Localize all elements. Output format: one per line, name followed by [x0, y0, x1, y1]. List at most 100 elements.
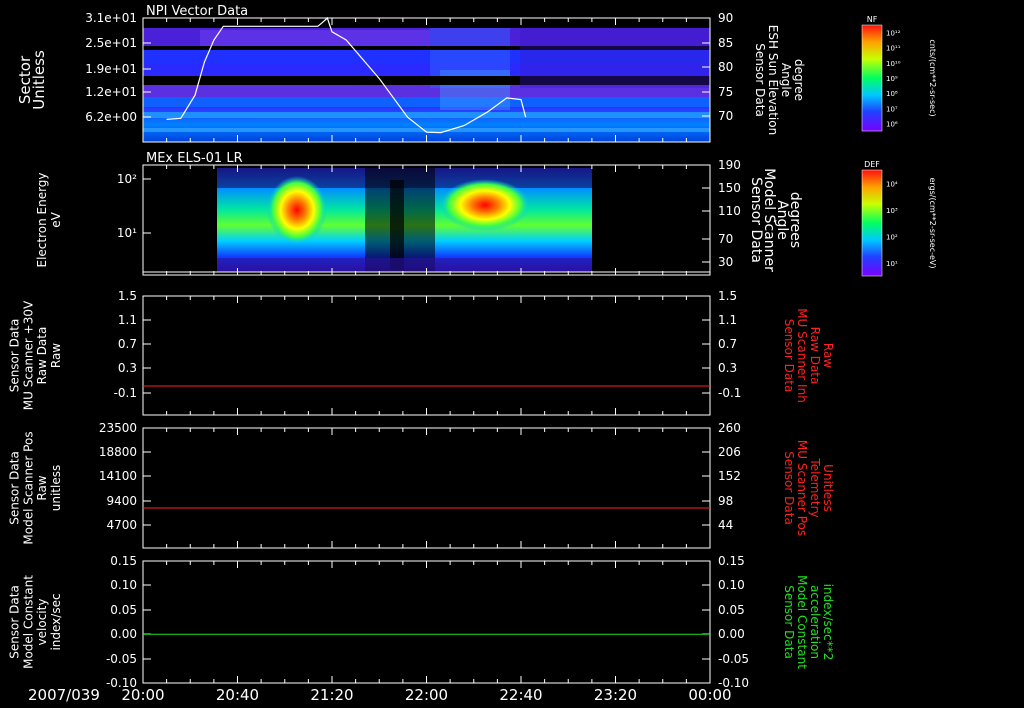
- y-axis-title-line: unitless: [49, 465, 63, 511]
- y-tick-label: 10¹: [117, 226, 137, 240]
- y-tick-label: 0.15: [110, 554, 137, 568]
- y-tick-label: 1.2e+01: [85, 85, 137, 99]
- y-tick-label: 0.10: [110, 578, 137, 592]
- y2-axis-title-line: MU Scanner Pos: [795, 440, 809, 536]
- y2-axis-title-line: degree: [792, 59, 806, 101]
- date-label: 2007/039: [28, 686, 100, 704]
- y-tick-label: 1.1: [118, 313, 137, 327]
- x-tick-label: 23:20: [594, 686, 637, 704]
- y-tick-label: 4700: [106, 518, 137, 532]
- y2-tick-label: 1.1: [718, 313, 737, 327]
- y-axis-title-line: Model Constant: [21, 575, 35, 669]
- colorbar-tick: 10⁶: [886, 120, 898, 128]
- els-heatmap: [217, 168, 592, 272]
- panel-frame: [142, 295, 711, 416]
- y2-tick-label: 206: [718, 445, 741, 459]
- colorbar-tick: 10⁴: [886, 180, 898, 188]
- y2-tick-label: 0.10: [718, 578, 745, 592]
- y2-tick-label: -0.05: [718, 652, 749, 666]
- colorbar-units: ergs/(cm**2-sr-sec-eV): [928, 177, 937, 268]
- panel-title: NPI Vector Data: [146, 4, 248, 19]
- y2-axis-title-line: index/sec**2: [821, 584, 835, 661]
- y2-axis-title-line: Raw Data: [808, 327, 822, 385]
- y2-axis-title-line: Sensor Data: [782, 585, 796, 659]
- y-axis-title-line: Raw Data: [35, 327, 49, 385]
- y-axis-title-line: eV: [49, 211, 63, 227]
- colorbar-tick: 10⁷: [886, 105, 898, 113]
- y2-tick-label: 80: [718, 60, 733, 74]
- colorbar-tick: 10¹¹: [886, 45, 901, 53]
- y2-axis-title-line: acceleration: [808, 585, 822, 659]
- y2-axis-title-line: ESH Sun Elevation: [766, 25, 780, 135]
- y2-tick-label: 190: [718, 158, 741, 172]
- x-tick-label: 00:00: [688, 686, 731, 704]
- colorbar-units: cnts/(cm**2-sr-sec): [928, 39, 937, 116]
- y2-tick-label: 70: [718, 232, 733, 246]
- y-axis-title-line: Sensor Data: [8, 585, 22, 659]
- y2-axis-title-line: Angle: [779, 63, 793, 97]
- y2-tick-label: 110: [718, 204, 741, 218]
- y2-tick-label: 0.3: [718, 361, 737, 375]
- y-axis-title-line: Raw: [35, 475, 49, 500]
- panel-frame: [142, 427, 711, 549]
- y2-tick-label: 90: [718, 11, 733, 25]
- y2-axis-title-line: Telemetry: [808, 457, 822, 517]
- y-tick-label: 1.9e+01: [85, 62, 137, 76]
- panel-title: MEx ELS-01 LR: [146, 151, 243, 166]
- y-tick-label: 10²: [117, 172, 137, 186]
- y2-tick-label: 0.00: [718, 627, 745, 641]
- y2-tick-label: 0.05: [718, 603, 745, 617]
- y-tick-label: 0.7: [118, 337, 137, 351]
- colorbar-tick: 10⁸: [886, 90, 898, 98]
- colorbar-tick: 10¹: [886, 260, 898, 268]
- y2-tick-label: 1.5: [718, 289, 737, 303]
- y-tick-label: 14100: [99, 469, 137, 483]
- y-axis-title-line: Raw: [49, 343, 63, 368]
- colorbar: [861, 169, 883, 277]
- plot-canvas: 3.1e+01 2.5e+01 1.9e+01 1.2e+01 6.2e+00 90 85 8…: [8, 4, 937, 704]
- y2-axis-title-line: MU Scanner Inh: [795, 308, 809, 403]
- y2-tick-label: 0.7: [718, 337, 737, 351]
- y-tick-label: 9400: [106, 494, 137, 508]
- y2-axis-title-line: Unitless: [821, 464, 835, 512]
- y2-axis-title-line: degrees: [787, 192, 803, 248]
- y-tick-label: 0.3: [118, 361, 137, 375]
- y2-tick-label: 150: [718, 181, 741, 195]
- y2-tick-label: 152: [718, 469, 741, 483]
- npi-heatmap: [143, 18, 710, 142]
- y-tick-label: -0.1: [114, 386, 137, 400]
- y-tick-label: 0.05: [110, 603, 137, 617]
- y2-axis-title-line: Raw: [821, 343, 835, 368]
- y-axis-title-line: index/sec: [49, 593, 63, 650]
- y2-axis-title-line: Sensor Data: [782, 451, 796, 525]
- y-axis-title-line: Model Scanner Pos: [21, 431, 35, 544]
- y-axis-title-line: Sensor Data: [8, 319, 22, 393]
- x-tick-label: 20:00: [121, 686, 164, 704]
- y-tick-label: 6.2e+00: [85, 110, 137, 124]
- y2-tick-label: 70: [718, 109, 733, 123]
- y-axis-title-line: Unitless: [30, 50, 48, 110]
- y-axis-title-line: velocity: [35, 599, 49, 646]
- y-tick-label: 18800: [99, 445, 137, 459]
- y-axis-title-line: Sensor Data: [8, 451, 22, 525]
- y-tick-label: 3.1e+01: [85, 11, 137, 25]
- y2-tick-label: 75: [718, 85, 733, 99]
- y2-tick-label: -0.1: [718, 386, 741, 400]
- y2-tick-label: 30: [718, 255, 733, 269]
- y-tick-label: -0.05: [106, 652, 137, 666]
- y-tick-label: 0.00: [110, 627, 137, 641]
- y2-tick-label: 85: [718, 36, 733, 50]
- y2-tick-label: 260: [718, 421, 741, 435]
- colorbar-tick: 10¹⁰: [886, 60, 901, 68]
- colorbar-label: NF: [867, 15, 878, 24]
- y-axis-title-line: Electron Energy: [35, 172, 49, 267]
- colorbar-tick: 10²: [886, 233, 898, 241]
- y-tick-label: 1.5: [118, 289, 137, 303]
- x-tick-label: 22:00: [405, 686, 448, 704]
- colorbar-tick: 10³: [886, 207, 898, 215]
- y2-axis-title-line: Sensor Data: [753, 43, 767, 117]
- y2-tick-label: 44: [718, 518, 733, 532]
- y2-tick-label: 0.15: [718, 554, 745, 568]
- colorbar-tick: 10⁹: [886, 75, 898, 83]
- x-tick-label: 21:20: [310, 686, 353, 704]
